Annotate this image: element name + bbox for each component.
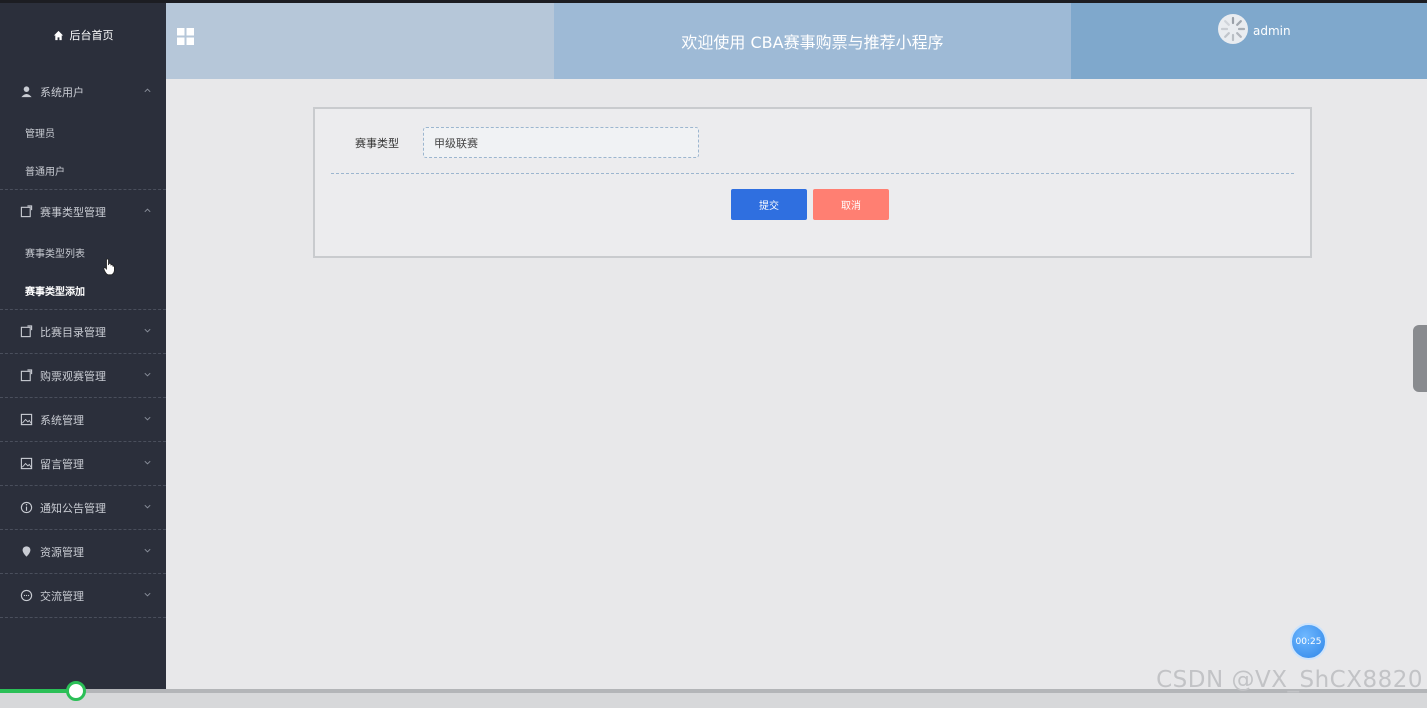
sidebar-item-notices[interactable]: 通知公告管理 [0, 486, 166, 529]
sidebar-item-event-types[interactable]: 赛事类型管理 [0, 190, 166, 233]
sidebar-group-system-users: 系统用户 管理员 普通用户 [0, 70, 166, 190]
chevron-down-icon [144, 460, 151, 465]
image-icon [20, 413, 33, 426]
sidebar-subitem-event-type-list[interactable]: 赛事类型列表 [0, 233, 166, 271]
chevron-down-icon [144, 328, 151, 333]
sidebar-subitem-admins[interactable]: 管理员 [0, 113, 166, 151]
sidebar-group-notices: 通知公告管理 [0, 486, 166, 530]
sidebar-subitem-users[interactable]: 普通用户 [0, 151, 166, 189]
sidebar-item-label: 留言管理 [40, 457, 84, 471]
sidebar-item-label: 资源管理 [40, 545, 84, 559]
sidebar-item-label: 系统管理 [40, 413, 84, 427]
chevron-down-icon [144, 592, 151, 597]
image-icon [20, 457, 33, 470]
user-icon [20, 85, 33, 98]
username[interactable]: admin [1253, 24, 1291, 38]
chevron-up-icon [144, 88, 151, 93]
sidebar-item-label: 交流管理 [40, 589, 84, 603]
page-title: 欢迎使用 CBA赛事购票与推荐小程序 [554, 3, 1071, 79]
sidebar-item-ticket[interactable]: 购票观赛管理 [0, 354, 166, 397]
home-icon [53, 30, 63, 40]
edit-icon [20, 369, 33, 382]
event-type-label: 赛事类型 [355, 136, 399, 150]
sidebar-group-system: 系统管理 [0, 398, 166, 442]
sidebar-group-resources: 资源管理 [0, 530, 166, 574]
cancel-button[interactable]: 取消 [813, 189, 889, 220]
chevron-down-icon [144, 504, 151, 509]
recording-timer: 00:25 [1290, 623, 1327, 660]
submit-button[interactable]: 提交 [731, 189, 807, 220]
chevron-up-icon [144, 208, 151, 213]
loading-spinner-icon [1220, 16, 1246, 42]
sidebar-item-resources[interactable]: 资源管理 [0, 530, 166, 573]
edit-icon [20, 325, 33, 338]
sidebar-item-messages[interactable]: 留言管理 [0, 442, 166, 485]
avatar[interactable] [1218, 14, 1248, 44]
info-icon [20, 501, 33, 514]
chevron-down-icon [144, 548, 151, 553]
location-icon [20, 545, 33, 558]
sidebar-home[interactable]: 后台首页 [0, 0, 166, 70]
sidebar-item-communication[interactable]: 交流管理 [0, 574, 166, 617]
sidebar-item-label: 赛事类型管理 [40, 205, 106, 219]
video-progress-thumb[interactable] [65, 681, 86, 701]
sidebar-subitem-event-type-add[interactable]: 赛事类型添加 [0, 271, 166, 309]
sidebar-item-label: 比赛目录管理 [40, 325, 106, 339]
hand-cursor-icon [103, 258, 115, 276]
form-card: 赛事类型 提交 取消 [313, 107, 1312, 258]
sidebar-home-label: 后台首页 [69, 29, 114, 42]
form-row-event-type: 赛事类型 [355, 127, 699, 158]
chat-icon [20, 589, 33, 602]
sidebar-group-match-catalog: 比赛目录管理 [0, 310, 166, 354]
side-scroll-handle[interactable] [1413, 325, 1427, 392]
watermark: CSDN @VX_ShCX8820 [1156, 667, 1423, 693]
form-divider [331, 173, 1294, 174]
chevron-down-icon [144, 416, 151, 421]
top-edge [0, 0, 1427, 3]
sidebar-item-system[interactable]: 系统管理 [0, 398, 166, 441]
sidebar-group-ticket: 购票观赛管理 [0, 354, 166, 398]
sidebar: 后台首页 系统用户 管理员 普通用户 赛事类型管理 赛事类型列表 赛事类型添加 … [0, 0, 166, 708]
sidebar-group-event-types: 赛事类型管理 赛事类型列表 赛事类型添加 [0, 190, 166, 310]
top-header: 欢迎使用 CBA赛事购票与推荐小程序 admin [166, 3, 1427, 79]
sidebar-item-match-catalog[interactable]: 比赛目录管理 [0, 310, 166, 353]
sidebar-item-label: 通知公告管理 [40, 501, 106, 515]
event-type-input[interactable] [423, 127, 699, 158]
header-user-area: admin [1071, 3, 1427, 79]
sidebar-item-label: 购票观赛管理 [40, 369, 106, 383]
video-progress-fill [0, 689, 76, 693]
sidebar-item-system-users[interactable]: 系统用户 [0, 70, 166, 113]
player-bottom-bar [0, 693, 1427, 708]
grid-menu-icon[interactable] [177, 28, 194, 45]
edit-icon [20, 205, 33, 218]
chevron-down-icon [144, 372, 151, 377]
sidebar-group-communication: 交流管理 [0, 574, 166, 618]
header-left [166, 3, 554, 79]
sidebar-group-messages: 留言管理 [0, 442, 166, 486]
sidebar-item-label: 系统用户 [40, 85, 84, 99]
